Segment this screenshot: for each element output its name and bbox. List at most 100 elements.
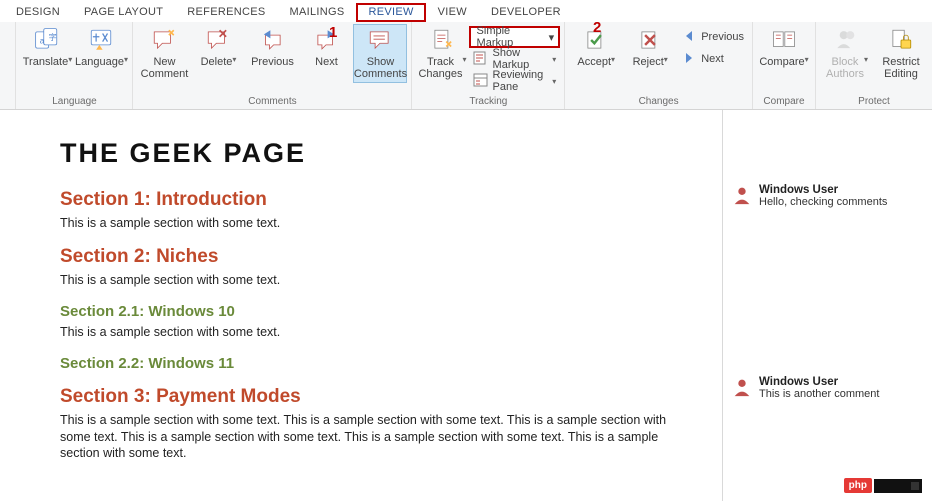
track-changes-icon <box>427 26 459 54</box>
delete-comment-icon <box>202 26 234 54</box>
avatar-icon <box>731 184 753 206</box>
show-markup-icon <box>473 50 489 69</box>
group-tracking-label: Tracking <box>416 95 560 109</box>
next-change-label: Next <box>701 53 724 65</box>
comment-item[interactable]: Windows User Hello, checking comments <box>723 180 932 212</box>
group-comments-label: Comments <box>137 95 407 109</box>
watermark-badge: php <box>844 478 872 493</box>
group-changes-label: Changes <box>569 95 748 109</box>
workspace: THE GEEK PAGE Section 1: Introduction Th… <box>0 110 932 501</box>
group-language: a字 Translate▾ Language▾ Language <box>16 22 133 109</box>
ribbon: 1 2 a字 Translate▾ Language▾ Language <box>0 22 932 110</box>
reject-icon <box>634 26 666 54</box>
restrict-editing-icon <box>885 26 917 54</box>
document-area[interactable]: THE GEEK PAGE Section 1: Introduction Th… <box>0 110 722 501</box>
markup-display-select[interactable]: Simple Markup ▾ <box>469 26 561 48</box>
restrict-editing-button[interactable]: Restrict Editing <box>874 24 928 82</box>
group-proofing-partial <box>0 22 16 109</box>
reject-label: Reject <box>633 56 664 68</box>
tab-review[interactable]: REVIEW <box>356 3 425 22</box>
language-button[interactable]: Language▾ <box>74 24 128 82</box>
block-authors-button: Block Authors▾ <box>820 24 874 82</box>
compare-icon <box>768 26 800 54</box>
tab-mailings[interactable]: MAILINGS <box>277 3 356 22</box>
new-comment-icon <box>148 26 180 54</box>
compare-button[interactable]: Compare▾ <box>757 24 811 82</box>
next-comment-label: Next <box>315 56 338 82</box>
track-changes-label: Track Changes <box>418 56 462 80</box>
svg-text:a: a <box>40 36 45 45</box>
heading-section-2-1: Section 2.1: Windows 10 <box>60 303 672 320</box>
heading-section-1: Section 1: Introduction <box>60 189 672 211</box>
tab-view[interactable]: VIEW <box>426 3 479 22</box>
comment-text: This is another comment <box>759 388 879 400</box>
show-markup-label: Show Markup <box>493 47 547 71</box>
svg-text:字: 字 <box>49 32 57 42</box>
group-comments: New Comment Delete▾ Previous Next <box>133 22 412 109</box>
show-comments-icon <box>364 26 396 54</box>
group-compare-label: Compare <box>757 95 811 109</box>
translate-icon: a字 <box>31 26 63 54</box>
reject-button[interactable]: Reject▾ <box>623 24 677 82</box>
restrict-editing-label: Restrict Editing <box>882 56 919 82</box>
comments-pane: Windows User Hello, checking comments Wi… <box>722 110 932 501</box>
heading-section-3: Section 3: Payment Modes <box>60 386 672 408</box>
tab-design[interactable]: DESIGN <box>4 3 72 22</box>
text-section-1: This is a sample section with some text. <box>60 215 672 232</box>
next-change-button[interactable]: Next <box>677 48 748 70</box>
markup-display-value: Simple Markup <box>477 25 523 49</box>
delete-comment-button[interactable]: Delete▾ <box>191 24 245 82</box>
new-comment-button[interactable]: New Comment <box>137 24 191 82</box>
tab-developer[interactable]: DEVELOPER <box>479 3 573 22</box>
group-compare: Compare▾ Compare <box>753 22 816 109</box>
next-comment-button[interactable]: Next <box>299 24 353 82</box>
callout-1: 1 <box>329 24 337 41</box>
next-change-icon <box>681 50 697 69</box>
group-protect: Block Authors▾ Restrict Editing Protect <box>816 22 932 109</box>
previous-change-label: Previous <box>701 31 744 43</box>
page-title: THE GEEK PAGE <box>60 138 672 169</box>
language-icon <box>85 26 117 54</box>
text-section-2-1: This is a sample section with some text. <box>60 324 672 341</box>
show-comments-label: Show Comments <box>354 56 407 82</box>
block-authors-label: Block Authors <box>826 56 864 80</box>
heading-section-2: Section 2: Niches <box>60 246 672 268</box>
group-protect-label: Protect <box>820 95 928 109</box>
reviewing-pane-icon <box>473 72 489 91</box>
previous-comment-button[interactable]: Previous <box>245 24 299 82</box>
previous-change-button[interactable]: Previous <box>677 26 748 48</box>
group-tracking: Track Changes▾ Simple Markup ▾ Show Mark… <box>412 22 565 109</box>
next-comment-icon <box>310 26 342 54</box>
text-section-3: This is a sample section with some text.… <box>60 412 672 463</box>
heading-section-2-2: Section 2.2: Windows 11 <box>60 355 672 372</box>
compare-label: Compare <box>759 56 804 68</box>
translate-button[interactable]: a字 Translate▾ <box>20 24 74 82</box>
tab-references[interactable]: REFERENCES <box>175 3 277 22</box>
track-changes-button[interactable]: Track Changes▾ <box>416 24 468 82</box>
group-language-label: Language <box>20 95 128 109</box>
new-comment-label: New Comment <box>141 56 189 82</box>
watermark: php <box>844 478 922 493</box>
comment-user: Windows User <box>759 184 887 196</box>
comment-user: Windows User <box>759 376 879 388</box>
show-markup-button[interactable]: Show Markup ▾ <box>469 48 561 70</box>
show-comments-button[interactable]: Show Comments <box>353 24 407 83</box>
previous-comment-icon <box>256 26 288 54</box>
watermark-bar <box>874 479 922 493</box>
block-authors-icon <box>831 26 863 54</box>
translate-label: Translate <box>23 56 68 68</box>
accept-label: Accept <box>577 56 611 68</box>
comment-item[interactable]: Windows User This is another comment <box>723 372 932 404</box>
delete-comment-label: Delete <box>201 56 233 68</box>
language-label: Language <box>75 56 124 68</box>
reviewing-pane-button[interactable]: Reviewing Pane ▾ <box>469 70 561 92</box>
tab-page-layout[interactable]: PAGE LAYOUT <box>72 3 175 22</box>
chevron-down-icon: ▾ <box>549 31 555 44</box>
reviewing-pane-label: Reviewing Pane <box>493 69 547 93</box>
ribbon-tabs: DESIGN PAGE LAYOUT REFERENCES MAILINGS R… <box>0 0 932 22</box>
comment-text: Hello, checking comments <box>759 196 887 208</box>
text-section-2: This is a sample section with some text. <box>60 272 672 289</box>
previous-change-icon <box>681 28 697 47</box>
callout-2: 2 <box>593 19 601 36</box>
avatar-icon <box>731 376 753 398</box>
